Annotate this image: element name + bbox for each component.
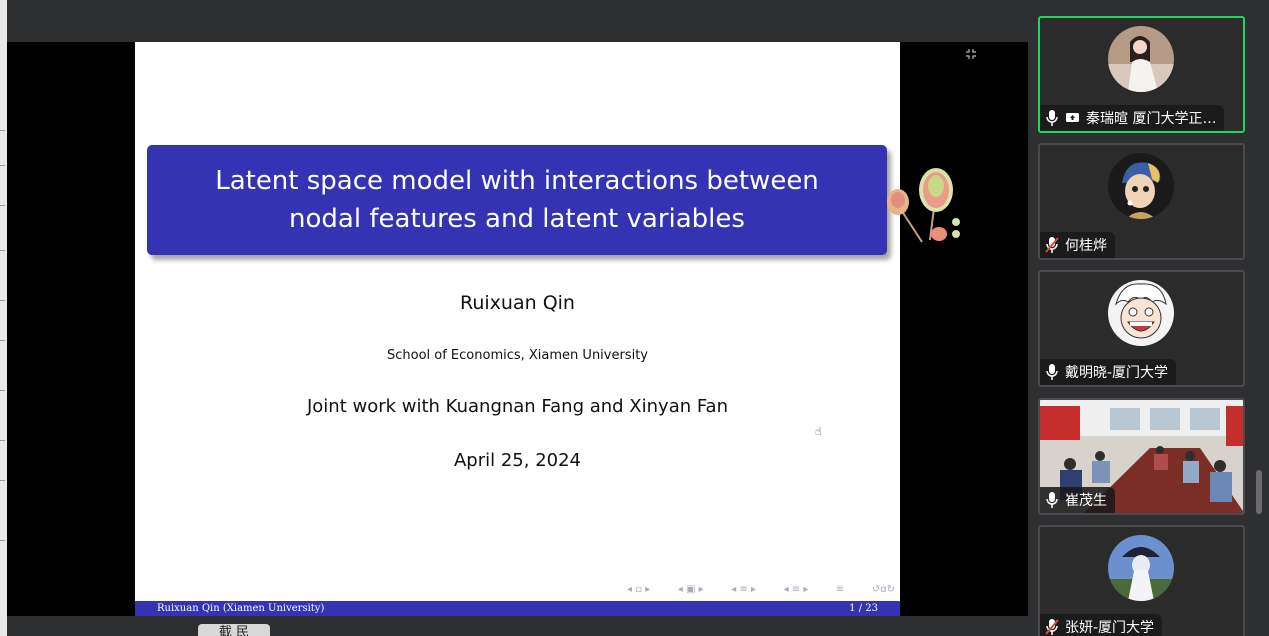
participant-tile[interactable]: 何桂烨 [1038,143,1245,260]
slide-author: Ruixuan Qin [460,292,575,314]
footer-left: Ruixuan Qin (Xiamen University) [157,603,325,614]
nav-align-icon[interactable]: ≡ [836,584,844,595]
participant-name: 何桂烨 [1065,238,1107,254]
microphone-icon [1046,110,1058,126]
slide-title: Latent space model with interactions bet… [215,166,819,234]
nav-section-icon[interactable]: ◂ ≡ ▸ [731,584,756,595]
top-bar [7,0,1028,42]
slide-date: April 25, 2024 [453,450,582,471]
succulent-sticker-icon [887,168,960,243]
muted-microphone-icon [1045,619,1059,635]
participant-tile[interactable]: 秦瑞暄 厦门大学正… [1038,16,1245,133]
participant-name-tag: 崔茂生 [1040,487,1115,513]
exit-fullscreen-icon[interactable] [964,48,978,62]
slide-title-box: Latent space model with interactions bet… [147,145,887,255]
nav-subsection-icon[interactable]: ◂ ▣ ▸ [678,584,704,595]
participant-name-tag: 秦瑞暄 厦门大学正… [1040,105,1225,131]
avatar-woman-photo-icon [1108,26,1174,92]
beamer-navigation: ◂ ▫ ▸ ◂ ▣ ▸ ◂ ≡ ▸ ◂ ≡ ▸ ≡ ↺ɑ↻ [627,582,895,596]
presentation-slide: Latent space model with interactions bet… [135,42,900,616]
panel-scrollbar[interactable] [1256,470,1262,514]
participant-name: 戴明晓-厦门大学 [1065,365,1169,381]
meeting-window: Latent space model with interactions bet… [0,0,1269,636]
avatar-pearl-earring-icon [1108,153,1174,219]
slide-affiliation: School of Economics, Xiamen University [386,348,648,363]
slide-joint-work: Joint work with Kuangnan Fang and Xinyan… [306,396,728,417]
avatar-figure-photo-icon [1108,535,1174,601]
microphone-icon [1046,492,1058,508]
participant-tile[interactable]: 崔茂生 [1038,398,1245,515]
participant-name-tag: 何桂烨 [1040,232,1115,258]
participant-name: 崔茂生 [1065,493,1107,509]
avatar-cartoon-laughing-icon [1108,280,1174,346]
participant-tile[interactable]: 张妍-厦门大学 [1038,525,1245,636]
participant-name-tag: 张妍-厦门大学 [1040,614,1163,636]
bottom-strip: 截 民 [7,616,1028,636]
slide-footer: Ruixuan Qin (Xiamen University) 1 / 23 [135,601,900,616]
muted-microphone-icon [1045,237,1059,253]
participant-name: 秦瑞暄 厦门大学正… [1086,111,1217,127]
participant-name: 张妍-厦门大学 [1065,620,1155,636]
microphone-icon [1046,364,1058,380]
footer-page-number: 1 / 23 [849,603,878,614]
screen-share-icon [1066,113,1079,122]
screen-share-area: Latent space model with interactions bet… [7,42,1028,616]
participants-panel: 秦瑞暄 厦门大学正… 何桂烨 戴明晓-厦门大学 崔茂生 张妍-厦门大学 [1028,0,1269,636]
participant-tile[interactable]: 戴明晓-厦门大学 [1038,270,1245,387]
bottom-tab[interactable]: 截 民 [198,624,270,636]
left-edge-strip [0,0,7,636]
cursor-icon: ☝ [815,425,822,438]
participant-name-tag: 戴明晓-厦门大学 [1040,359,1177,385]
nav-frame-icon[interactable]: ◂ ▫ ▸ [627,584,650,595]
nav-search-icon[interactable]: ↺ɑ↻ [872,584,895,595]
nav-doc-icon[interactable]: ◂ ≡ ▸ [784,584,809,595]
